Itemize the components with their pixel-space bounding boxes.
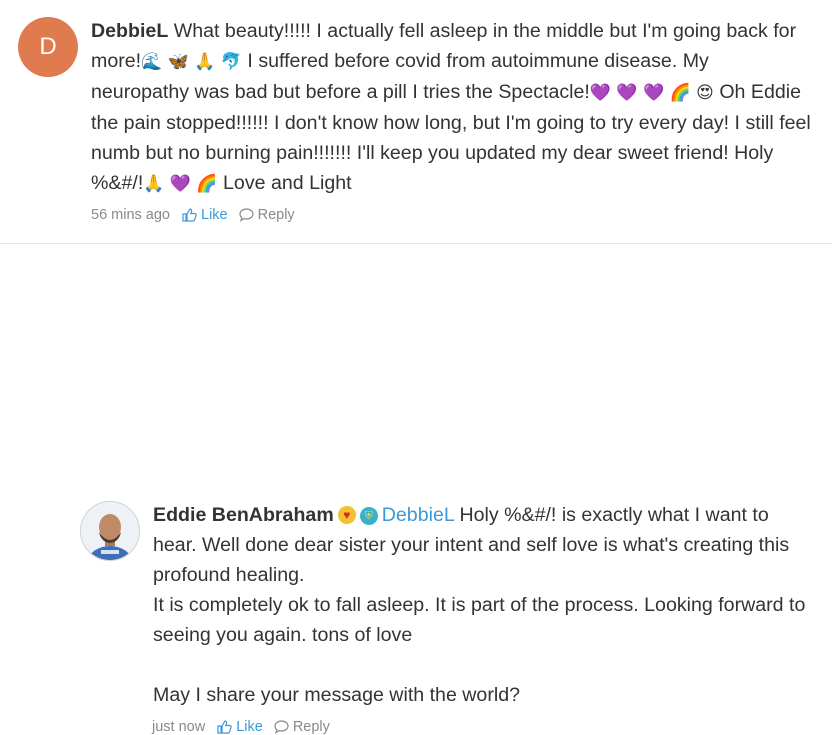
speech-bubble-icon bbox=[239, 208, 254, 222]
comment-eddie: Eddie BenAbraham ♥ ⛨ DebbieL Holy %&#/! is … bbox=[0, 244, 832, 735]
avatar-letter: D bbox=[39, 33, 57, 60]
comment-time: 56 mins ago bbox=[91, 207, 170, 223]
mention-link[interactable]: DebbieL bbox=[382, 504, 454, 526]
comment-debbiel: D DebbieL What beauty!!!!! I actually fe… bbox=[0, 0, 832, 243]
comment-paragraph: It is completely ok to fall asleep. It i… bbox=[153, 594, 806, 646]
emoji-group: 💜 💜 💜 🌈 😍 bbox=[589, 83, 714, 103]
reply-button[interactable]: Reply bbox=[274, 719, 330, 735]
comment-author[interactable]: DebbieL bbox=[91, 20, 168, 42]
like-button[interactable]: Like bbox=[217, 719, 263, 735]
reply-label: Reply bbox=[257, 207, 295, 223]
avatar-photo-image bbox=[81, 502, 139, 560]
emoji-group: 🙏 💜 🌈 bbox=[143, 174, 218, 194]
thumbs-up-icon bbox=[217, 720, 232, 734]
comment-meta: 56 mins ago Like Reply bbox=[91, 207, 295, 223]
speech-bubble-icon bbox=[274, 720, 289, 734]
heart-badge-icon: ♥ bbox=[337, 506, 356, 524]
thumbs-up-icon bbox=[182, 208, 197, 222]
comment-author[interactable]: Eddie BenAbraham bbox=[153, 504, 334, 526]
comment-body: DebbieL What beauty!!!!! I actually fell… bbox=[91, 16, 811, 199]
reply-label: Reply bbox=[292, 719, 330, 735]
comment-body: Eddie BenAbraham ♥ ⛨ DebbieL Holy %&#/! is … bbox=[153, 500, 813, 710]
comment-time: just now bbox=[152, 719, 206, 735]
shield-badge-icon: ⛨ bbox=[359, 507, 378, 525]
emoji-group: 🌊 🦋 🙏 🐬 bbox=[141, 52, 242, 72]
like-button[interactable]: Like bbox=[182, 207, 228, 223]
avatar[interactable]: D bbox=[18, 17, 78, 77]
comment-paragraph: Eddie BenAbraham ♥ ⛨ DebbieL Holy %&#/! is … bbox=[153, 500, 813, 590]
reply-button[interactable]: Reply bbox=[239, 207, 295, 223]
avatar[interactable] bbox=[80, 501, 140, 561]
like-label: Like bbox=[236, 719, 263, 735]
like-label: Like bbox=[201, 207, 228, 223]
comment-paragraph: May I share your message with the world? bbox=[153, 684, 521, 706]
comment-meta: just now Like Reply bbox=[152, 719, 330, 735]
comment-text: Love and Light bbox=[217, 172, 352, 194]
